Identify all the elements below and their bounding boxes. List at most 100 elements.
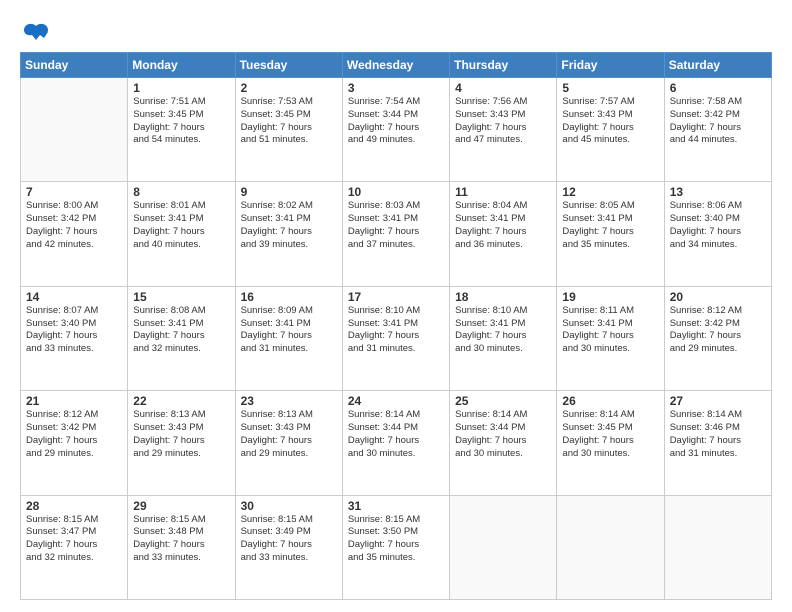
day-info: Sunrise: 8:11 AM Sunset: 3:41 PM Dayligh… [562,305,658,356]
day-info: Sunrise: 8:10 AM Sunset: 3:41 PM Dayligh… [455,305,551,356]
table-row: 3Sunrise: 7:54 AM Sunset: 3:44 PM Daylig… [342,78,449,182]
logo [20,22,50,44]
day-info: Sunrise: 8:07 AM Sunset: 3:40 PM Dayligh… [26,305,122,356]
day-number: 23 [241,394,337,408]
logo-bird-icon [22,22,50,44]
day-number: 10 [348,185,444,199]
day-info: Sunrise: 8:12 AM Sunset: 3:42 PM Dayligh… [26,409,122,460]
day-number: 28 [26,499,122,513]
calendar-week-row: 14Sunrise: 8:07 AM Sunset: 3:40 PM Dayli… [21,286,772,390]
day-info: Sunrise: 8:15 AM Sunset: 3:49 PM Dayligh… [241,514,337,565]
day-info: Sunrise: 8:01 AM Sunset: 3:41 PM Dayligh… [133,200,229,251]
table-row: 2Sunrise: 7:53 AM Sunset: 3:45 PM Daylig… [235,78,342,182]
day-number: 14 [26,290,122,304]
table-row: 4Sunrise: 7:56 AM Sunset: 3:43 PM Daylig… [450,78,557,182]
table-row: 15Sunrise: 8:08 AM Sunset: 3:41 PM Dayli… [128,286,235,390]
table-row: 16Sunrise: 8:09 AM Sunset: 3:41 PM Dayli… [235,286,342,390]
day-info: Sunrise: 8:06 AM Sunset: 3:40 PM Dayligh… [670,200,766,251]
table-row [450,495,557,599]
day-info: Sunrise: 8:15 AM Sunset: 3:50 PM Dayligh… [348,514,444,565]
table-row: 12Sunrise: 8:05 AM Sunset: 3:41 PM Dayli… [557,182,664,286]
table-row: 7Sunrise: 8:00 AM Sunset: 3:42 PM Daylig… [21,182,128,286]
table-row: 30Sunrise: 8:15 AM Sunset: 3:49 PM Dayli… [235,495,342,599]
table-row: 13Sunrise: 8:06 AM Sunset: 3:40 PM Dayli… [664,182,771,286]
day-info: Sunrise: 7:54 AM Sunset: 3:44 PM Dayligh… [348,96,444,147]
day-info: Sunrise: 7:56 AM Sunset: 3:43 PM Dayligh… [455,96,551,147]
table-row: 11Sunrise: 8:04 AM Sunset: 3:41 PM Dayli… [450,182,557,286]
day-number: 25 [455,394,551,408]
col-tuesday: Tuesday [235,53,342,78]
table-row: 5Sunrise: 7:57 AM Sunset: 3:43 PM Daylig… [557,78,664,182]
day-info: Sunrise: 8:14 AM Sunset: 3:44 PM Dayligh… [348,409,444,460]
calendar-week-row: 7Sunrise: 8:00 AM Sunset: 3:42 PM Daylig… [21,182,772,286]
day-number: 4 [455,81,551,95]
day-info: Sunrise: 8:15 AM Sunset: 3:47 PM Dayligh… [26,514,122,565]
day-info: Sunrise: 8:09 AM Sunset: 3:41 PM Dayligh… [241,305,337,356]
day-number: 13 [670,185,766,199]
col-sunday: Sunday [21,53,128,78]
day-info: Sunrise: 7:53 AM Sunset: 3:45 PM Dayligh… [241,96,337,147]
col-wednesday: Wednesday [342,53,449,78]
day-number: 22 [133,394,229,408]
table-row: 1Sunrise: 7:51 AM Sunset: 3:45 PM Daylig… [128,78,235,182]
table-row: 22Sunrise: 8:13 AM Sunset: 3:43 PM Dayli… [128,391,235,495]
day-info: Sunrise: 8:02 AM Sunset: 3:41 PM Dayligh… [241,200,337,251]
day-number: 27 [670,394,766,408]
day-info: Sunrise: 7:58 AM Sunset: 3:42 PM Dayligh… [670,96,766,147]
day-number: 26 [562,394,658,408]
day-info: Sunrise: 8:14 AM Sunset: 3:44 PM Dayligh… [455,409,551,460]
day-number: 7 [26,185,122,199]
day-number: 8 [133,185,229,199]
day-info: Sunrise: 8:13 AM Sunset: 3:43 PM Dayligh… [133,409,229,460]
table-row: 29Sunrise: 8:15 AM Sunset: 3:48 PM Dayli… [128,495,235,599]
day-info: Sunrise: 8:13 AM Sunset: 3:43 PM Dayligh… [241,409,337,460]
table-row: 20Sunrise: 8:12 AM Sunset: 3:42 PM Dayli… [664,286,771,390]
table-row: 9Sunrise: 8:02 AM Sunset: 3:41 PM Daylig… [235,182,342,286]
calendar-week-row: 28Sunrise: 8:15 AM Sunset: 3:47 PM Dayli… [21,495,772,599]
table-row: 10Sunrise: 8:03 AM Sunset: 3:41 PM Dayli… [342,182,449,286]
day-number: 30 [241,499,337,513]
day-info: Sunrise: 8:10 AM Sunset: 3:41 PM Dayligh… [348,305,444,356]
table-row: 6Sunrise: 7:58 AM Sunset: 3:42 PM Daylig… [664,78,771,182]
day-number: 5 [562,81,658,95]
day-number: 15 [133,290,229,304]
table-row [664,495,771,599]
day-info: Sunrise: 8:04 AM Sunset: 3:41 PM Dayligh… [455,200,551,251]
day-number: 31 [348,499,444,513]
table-row [21,78,128,182]
table-row: 26Sunrise: 8:14 AM Sunset: 3:45 PM Dayli… [557,391,664,495]
calendar-table: Sunday Monday Tuesday Wednesday Thursday… [20,52,772,600]
table-row: 21Sunrise: 8:12 AM Sunset: 3:42 PM Dayli… [21,391,128,495]
day-number: 17 [348,290,444,304]
day-info: Sunrise: 7:57 AM Sunset: 3:43 PM Dayligh… [562,96,658,147]
calendar-week-row: 21Sunrise: 8:12 AM Sunset: 3:42 PM Dayli… [21,391,772,495]
day-number: 19 [562,290,658,304]
table-row [557,495,664,599]
table-row: 14Sunrise: 8:07 AM Sunset: 3:40 PM Dayli… [21,286,128,390]
table-row: 23Sunrise: 8:13 AM Sunset: 3:43 PM Dayli… [235,391,342,495]
table-row: 28Sunrise: 8:15 AM Sunset: 3:47 PM Dayli… [21,495,128,599]
table-row: 25Sunrise: 8:14 AM Sunset: 3:44 PM Dayli… [450,391,557,495]
table-row: 17Sunrise: 8:10 AM Sunset: 3:41 PM Dayli… [342,286,449,390]
day-info: Sunrise: 8:14 AM Sunset: 3:46 PM Dayligh… [670,409,766,460]
table-row: 24Sunrise: 8:14 AM Sunset: 3:44 PM Dayli… [342,391,449,495]
day-info: Sunrise: 8:12 AM Sunset: 3:42 PM Dayligh… [670,305,766,356]
col-saturday: Saturday [664,53,771,78]
table-row: 19Sunrise: 8:11 AM Sunset: 3:41 PM Dayli… [557,286,664,390]
day-info: Sunrise: 7:51 AM Sunset: 3:45 PM Dayligh… [133,96,229,147]
day-number: 9 [241,185,337,199]
day-info: Sunrise: 8:15 AM Sunset: 3:48 PM Dayligh… [133,514,229,565]
page: Sunday Monday Tuesday Wednesday Thursday… [0,0,792,612]
day-number: 2 [241,81,337,95]
day-number: 6 [670,81,766,95]
day-info: Sunrise: 8:00 AM Sunset: 3:42 PM Dayligh… [26,200,122,251]
col-thursday: Thursday [450,53,557,78]
day-number: 11 [455,185,551,199]
col-friday: Friday [557,53,664,78]
day-info: Sunrise: 8:03 AM Sunset: 3:41 PM Dayligh… [348,200,444,251]
header [20,18,772,44]
day-number: 3 [348,81,444,95]
table-row: 8Sunrise: 8:01 AM Sunset: 3:41 PM Daylig… [128,182,235,286]
day-number: 24 [348,394,444,408]
calendar-header-row: Sunday Monday Tuesday Wednesday Thursday… [21,53,772,78]
